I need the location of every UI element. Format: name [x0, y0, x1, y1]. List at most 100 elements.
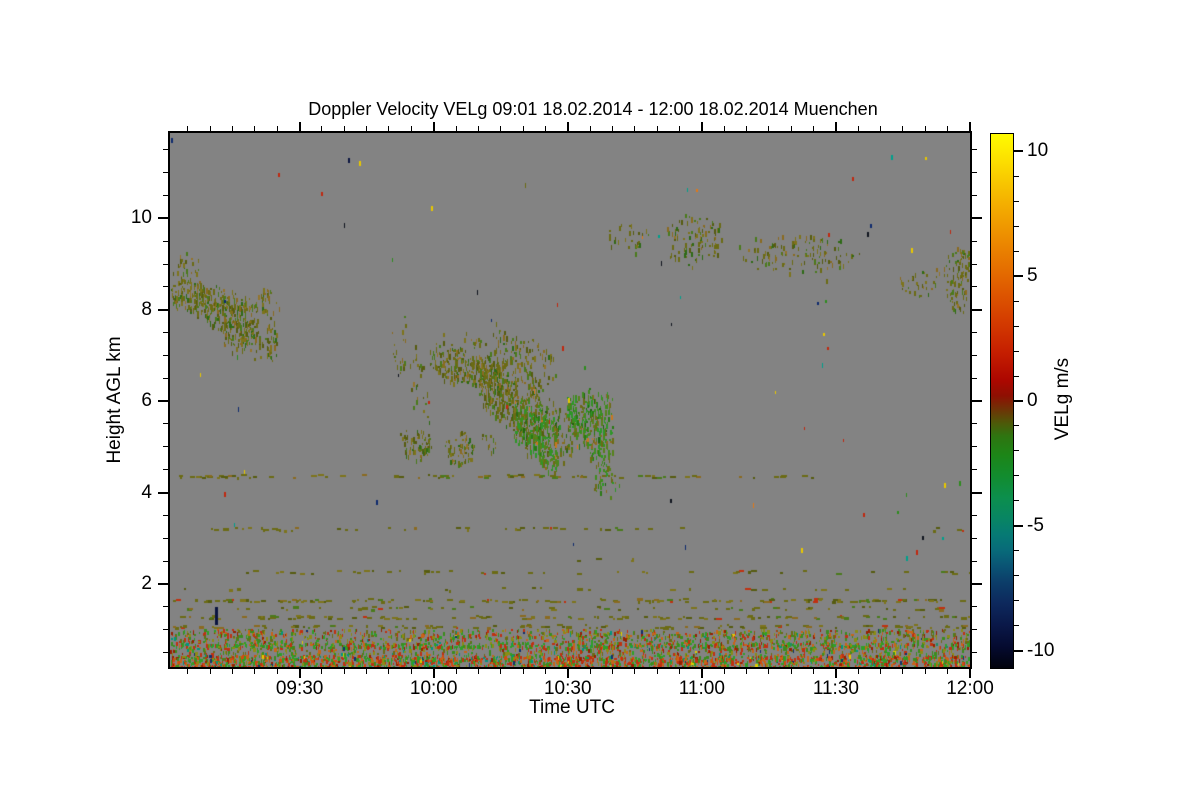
x-minor-tick — [813, 126, 815, 131]
x-minor-tick — [410, 126, 412, 131]
x-minor-tick — [366, 669, 368, 674]
y-tick-label: 2 — [141, 572, 152, 594]
x-minor-tick — [902, 126, 904, 131]
colorbar-tick-label: 5 — [1027, 265, 1038, 287]
y-minor-tick — [163, 651, 168, 653]
x-minor-tick — [544, 669, 546, 674]
x-minor-tick — [678, 669, 680, 674]
x-tick — [298, 122, 301, 131]
colorbar-tick — [1014, 400, 1023, 402]
colorbar-minor-tick — [1014, 475, 1019, 477]
x-minor-tick — [276, 126, 278, 131]
colorbar-minor-tick — [1014, 550, 1019, 552]
y-tick — [158, 582, 168, 585]
y-tick — [972, 308, 982, 311]
x-minor-tick — [857, 669, 859, 674]
x-minor-tick — [656, 669, 658, 674]
colorbar-minor-tick — [1014, 500, 1019, 502]
y-minor-tick — [972, 263, 977, 265]
x-minor-tick — [500, 126, 502, 131]
x-minor-tick — [611, 126, 613, 131]
x-minor-tick — [880, 126, 882, 131]
y-minor-tick — [163, 195, 168, 197]
y-minor-tick — [972, 354, 977, 356]
colorbar-label: VELg m/s — [1052, 357, 1073, 441]
y-minor-tick — [163, 560, 168, 562]
y-minor-tick — [163, 354, 168, 356]
y-minor-tick — [163, 446, 168, 448]
y-tick — [158, 491, 168, 494]
colorbar-minor-tick — [1014, 600, 1019, 602]
colorbar-minor-tick — [1014, 450, 1019, 452]
x-tick — [432, 122, 435, 131]
y-minor-tick — [163, 286, 168, 288]
y-axis-label: Height AGL km — [104, 336, 125, 464]
x-minor-tick — [232, 669, 234, 674]
x-tick — [700, 669, 703, 678]
x-minor-tick — [924, 669, 926, 674]
colorbar-minor-tick — [1014, 300, 1019, 302]
x-minor-tick — [455, 126, 457, 131]
y-minor-tick — [972, 446, 977, 448]
y-minor-tick — [972, 651, 977, 653]
x-minor-tick — [589, 126, 591, 131]
y-minor-tick — [163, 606, 168, 608]
x-minor-tick — [746, 669, 748, 674]
x-minor-tick — [857, 126, 859, 131]
colorbar-minor-tick — [1014, 625, 1019, 627]
x-tick — [298, 669, 301, 678]
colorbar-minor-tick — [1014, 350, 1019, 352]
x-minor-tick — [366, 126, 368, 131]
colorbar-minor-tick — [1014, 250, 1019, 252]
colorbar-minor-tick — [1014, 575, 1019, 577]
plot-frame — [168, 131, 972, 669]
x-tick — [432, 669, 435, 678]
x-minor-tick — [768, 669, 770, 674]
x-minor-tick — [500, 669, 502, 674]
x-minor-tick — [634, 126, 636, 131]
x-minor-tick — [388, 126, 390, 131]
figure-root: Doppler Velocity VELg 09:01 18.02.2014 -… — [0, 0, 1200, 800]
colorbar-tick — [1014, 524, 1023, 527]
colorbar-minor-tick — [1014, 175, 1019, 177]
x-minor-tick — [947, 126, 949, 131]
x-minor-tick — [678, 126, 680, 131]
colorbar-tick — [1014, 649, 1023, 652]
x-minor-tick — [209, 669, 211, 674]
y-tick-label: 8 — [141, 298, 152, 320]
x-tick — [566, 669, 569, 678]
y-minor-tick — [163, 629, 168, 631]
colorbar-minor-tick — [1014, 225, 1019, 227]
colorbar — [990, 133, 1014, 669]
colorbar-minor-tick — [1014, 425, 1019, 427]
y-minor-tick — [972, 514, 977, 516]
x-axis-label: Time UTC — [529, 697, 615, 718]
x-minor-tick — [634, 669, 636, 674]
y-minor-tick — [972, 629, 977, 631]
y-tick — [972, 582, 982, 585]
x-minor-tick — [522, 669, 524, 674]
x-minor-tick — [187, 669, 189, 674]
x-minor-tick — [880, 669, 882, 674]
y-tick-label: 10 — [130, 207, 152, 229]
x-minor-tick — [276, 669, 278, 674]
x-minor-tick — [723, 669, 725, 674]
chart-title: Doppler Velocity VELg 09:01 18.02.2014 -… — [308, 99, 878, 119]
x-minor-tick — [187, 126, 189, 131]
x-tick — [969, 669, 971, 678]
y-tick-label: 4 — [141, 481, 152, 503]
x-minor-tick — [343, 126, 345, 131]
colorbar-tick — [1014, 150, 1023, 153]
x-tick — [969, 122, 971, 131]
y-tick — [972, 491, 982, 494]
x-minor-tick — [790, 126, 792, 131]
colorbar-gradient — [991, 134, 1013, 668]
x-minor-tick — [746, 126, 748, 131]
y-minor-tick — [972, 469, 977, 471]
y-minor-tick — [972, 560, 977, 562]
x-minor-tick — [477, 669, 479, 674]
y-tick — [972, 217, 982, 220]
x-minor-tick — [544, 126, 546, 131]
colorbar-tick-label: -5 — [1027, 514, 1044, 536]
y-minor-tick — [163, 263, 168, 265]
